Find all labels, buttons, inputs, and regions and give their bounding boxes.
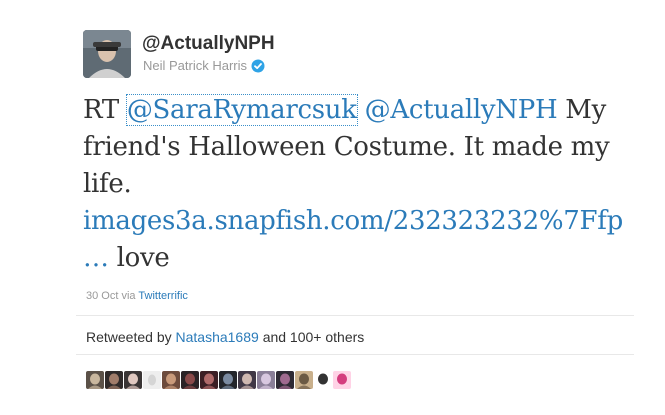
retweeter-avatar-5[interactable] <box>162 371 180 389</box>
tweet-date[interactable]: 30 Oct <box>86 290 118 302</box>
tweet-text: RT @SaraRymarcsuk @ActuallyNPH My friend… <box>83 92 623 277</box>
mention-link-2[interactable]: @ActuallyNPH <box>365 95 558 125</box>
tweet-suffix: love <box>116 243 170 273</box>
tweet-meta: 30 Oct via Twitterrific <box>86 290 188 302</box>
tweet-url-ellipsis[interactable]: … <box>83 243 109 273</box>
retweet-suffix[interactable]: and 100+ others <box>263 329 365 345</box>
via-label: via <box>121 290 136 302</box>
tweet-url-link[interactable]: images3a.snapfish.com/232323232%7Ffp <box>83 206 623 236</box>
retweeter-avatar-4[interactable] <box>143 371 161 389</box>
retweeter-avatar-1[interactable] <box>86 371 104 389</box>
retweeter-avatar-12[interactable] <box>295 371 313 389</box>
retweeter-avatar-9[interactable] <box>238 371 256 389</box>
divider-bottom <box>76 354 634 355</box>
retweet-summary: Retweeted by Natasha1689 and 100+ others <box>86 329 364 345</box>
mention-link-1[interactable]: @SaraRymarcsuk <box>125 94 358 126</box>
retweeter-link[interactable]: Natasha1689 <box>176 329 259 345</box>
author-name-row: Neil Patrick Harris <box>143 58 265 73</box>
retweeter-avatar-3[interactable] <box>124 371 142 389</box>
retweeter-avatar-6[interactable] <box>181 371 199 389</box>
retweeter-avatar-14[interactable] <box>333 371 351 389</box>
tweet-prefix: RT <box>83 95 119 125</box>
retweeter-avatar-8[interactable] <box>219 371 237 389</box>
author-avatar[interactable] <box>83 30 131 78</box>
retweeter-avatar-11[interactable] <box>276 371 294 389</box>
divider-top <box>76 315 634 316</box>
retweeter-avatars <box>86 371 351 389</box>
tweet-card: @ActuallyNPH Neil Patrick Harris RT @Sar… <box>0 0 665 415</box>
retweeter-avatar-10[interactable] <box>257 371 275 389</box>
retweet-prefix: Retweeted by <box>86 329 172 345</box>
author-full-name[interactable]: Neil Patrick Harris <box>143 58 247 73</box>
verified-badge-icon <box>251 59 265 73</box>
client-link[interactable]: Twitterrific <box>138 290 188 302</box>
retweeter-avatar-13[interactable] <box>314 371 332 389</box>
retweeter-avatar-7[interactable] <box>200 371 218 389</box>
retweeter-avatar-2[interactable] <box>105 371 123 389</box>
author-handle[interactable]: @ActuallyNPH <box>142 33 275 55</box>
